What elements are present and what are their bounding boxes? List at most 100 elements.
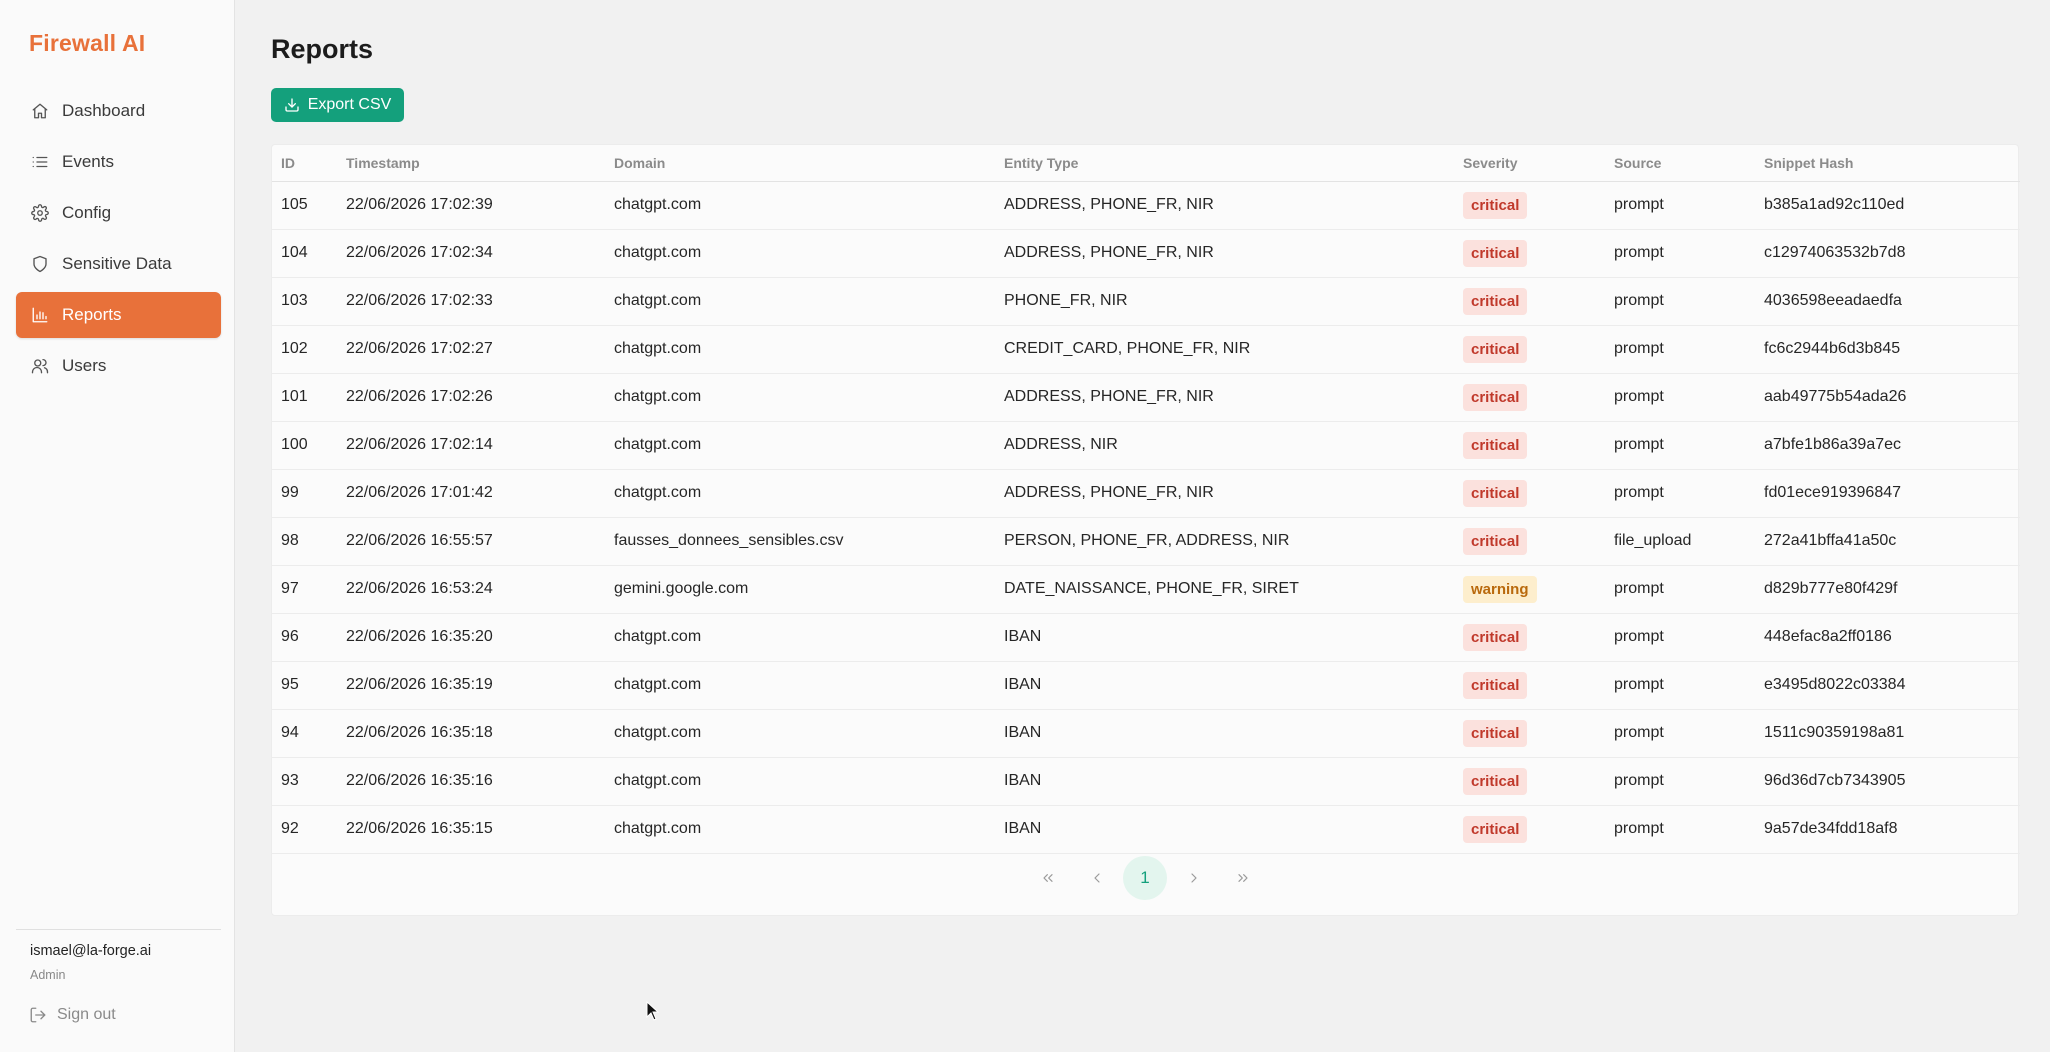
cell-domain: chatgpt.com (605, 229, 995, 278)
cell-timestamp: 22/06/2026 17:02:26 (337, 373, 605, 422)
cell-severity: critical (1454, 469, 1605, 518)
sidebar-item-label: Dashboard (62, 101, 146, 120)
previous-page-button[interactable] (1072, 858, 1121, 898)
cell-id: 95 (272, 661, 337, 710)
cell-id: 93 (272, 757, 337, 806)
cell-timestamp: 22/06/2026 16:55:57 (337, 517, 605, 566)
column-header-id[interactable]: ID (272, 145, 337, 182)
table-row[interactable]: 97 22/06/2026 16:53:24 gemini.google.com DA… (272, 565, 2020, 614)
table-row[interactable]: 93 22/06/2026 16:35:16 chatgpt.com IBAN crit… (272, 757, 2020, 806)
table-header-row: ID Timestamp Domain Entity Type Severity… (272, 145, 2020, 182)
cell-snippet-hash: b385a1ad92c110ed (1755, 181, 2020, 230)
sidebar-item-config[interactable]: Config (16, 190, 221, 236)
table-row[interactable]: 100 22/06/2026 17:02:14 chatgpt.com ADDRESS… (272, 421, 2020, 470)
user-role: Admin (30, 968, 66, 982)
severity-badge: critical (1463, 815, 1528, 843)
cell-id: 96 (272, 613, 337, 662)
cell-snippet-hash: 9a57de34fdd18af8 (1755, 805, 2020, 854)
cell-timestamp: 22/06/2026 16:35:15 (337, 805, 605, 854)
cell-snippet-hash: 448efac8a2ff0186 (1755, 613, 2020, 662)
cell-entity-type: IBAN (995, 709, 1454, 758)
cell-snippet-hash: 1511c90359198a81 (1755, 709, 2020, 758)
column-header-domain[interactable]: Domain (605, 145, 995, 182)
app-brand[interactable]: Firewall AI (29, 30, 145, 57)
column-header-timestamp[interactable]: Timestamp (337, 145, 605, 182)
severity-badge: critical (1463, 671, 1528, 699)
gear-icon (30, 203, 50, 223)
table-row[interactable]: 92 22/06/2026 16:35:15 chatgpt.com IBAN crit… (272, 805, 2020, 854)
sidebar-item-label: Events (62, 152, 114, 171)
cell-domain: gemini.google.com (605, 565, 995, 614)
cell-source: prompt (1605, 805, 1755, 854)
export-csv-button[interactable]: Export CSV (271, 88, 404, 122)
cell-id: 102 (272, 325, 337, 374)
last-page-button[interactable] (1218, 858, 1267, 898)
sign-out-label: Sign out (57, 1006, 116, 1023)
cell-source: prompt (1605, 181, 1755, 230)
sidebar-item-label: Reports (62, 305, 122, 324)
severity-badge: critical (1463, 239, 1528, 267)
shield-icon (30, 254, 50, 274)
cell-severity: critical (1454, 661, 1605, 710)
next-page-button[interactable] (1169, 858, 1218, 898)
sidebar-item-events[interactable]: Events (16, 139, 221, 185)
cell-timestamp: 22/06/2026 16:35:16 (337, 757, 605, 806)
cell-severity: critical (1454, 709, 1605, 758)
table-row[interactable]: 98 22/06/2026 16:55:57 fausses_donnees_sen… (272, 517, 2020, 566)
cell-id: 97 (272, 565, 337, 614)
sidebar-item-dashboard[interactable]: Dashboard (16, 88, 221, 134)
column-header-severity[interactable]: Severity (1454, 145, 1605, 182)
cell-severity: critical (1454, 613, 1605, 662)
table-row[interactable]: 104 22/06/2026 17:02:34 chatgpt.com ADDRESS… (272, 229, 2020, 278)
cell-domain: chatgpt.com (605, 181, 995, 230)
column-header-entity-type[interactable]: Entity Type (995, 145, 1454, 182)
table-row[interactable]: 96 22/06/2026 16:35:20 chatgpt.com IBAN crit… (272, 613, 2020, 662)
table-row[interactable]: 94 22/06/2026 16:35:18 chatgpt.com IBAN crit… (272, 709, 2020, 758)
cell-id: 100 (272, 421, 337, 470)
cell-snippet-hash: aab49775b54ada26 (1755, 373, 2020, 422)
list-icon (30, 152, 50, 172)
page-button-current[interactable]: 1 (1123, 856, 1167, 900)
column-header-source[interactable]: Source (1605, 145, 1755, 182)
severity-badge: critical (1463, 335, 1528, 363)
cell-domain: chatgpt.com (605, 805, 995, 854)
sidebar-item-reports[interactable]: Reports (16, 292, 221, 338)
cell-domain: chatgpt.com (605, 709, 995, 758)
sidebar-item-label: Config (62, 203, 112, 222)
cell-timestamp: 22/06/2026 16:53:24 (337, 565, 605, 614)
cell-entity-type: ADDRESS, NIR (995, 421, 1454, 470)
table-row[interactable]: 95 22/06/2026 16:35:19 chatgpt.com IBAN crit… (272, 661, 2020, 710)
cell-entity-type: IBAN (995, 757, 1454, 806)
sign-out-button[interactable]: Sign out (29, 1006, 116, 1024)
mouse-cursor-icon (646, 1001, 660, 1021)
cell-severity: warning (1454, 565, 1605, 614)
column-header-snippet-hash[interactable]: Snippet Hash (1755, 145, 2020, 182)
table-row[interactable]: 103 22/06/2026 17:02:33 chatgpt.com PHONE_F… (272, 277, 2020, 326)
cell-snippet-hash: 96d36d7cb7343905 (1755, 757, 2020, 806)
cell-timestamp: 22/06/2026 17:02:34 (337, 229, 605, 278)
sidebar-item-sensitive-data[interactable]: Sensitive Data (16, 241, 221, 287)
table-row[interactable]: 102 22/06/2026 17:02:27 chatgpt.com CREDIT_… (272, 325, 2020, 374)
cell-snippet-hash: d829b777e80f429f (1755, 565, 2020, 614)
severity-badge: critical (1463, 623, 1528, 651)
cell-source: file_upload (1605, 517, 1755, 566)
cell-snippet-hash: fc6c2944b6d3b845 (1755, 325, 2020, 374)
table-row[interactable]: 99 22/06/2026 17:01:42 chatgpt.com ADDRESS,… (272, 469, 2020, 518)
first-page-button[interactable] (1023, 858, 1072, 898)
cell-timestamp: 22/06/2026 17:02:27 (337, 325, 605, 374)
cell-source: prompt (1605, 613, 1755, 662)
home-icon (30, 101, 50, 121)
cell-severity: critical (1454, 277, 1605, 326)
cell-source: prompt (1605, 373, 1755, 422)
sidebar-item-users[interactable]: Users (16, 343, 221, 389)
severity-badge: warning (1463, 575, 1537, 603)
severity-badge: critical (1463, 383, 1528, 411)
table-row[interactable]: 105 22/06/2026 17:02:39 chatgpt.com ADDRESS… (272, 181, 2020, 230)
sidebar-nav: Dashboard Events Config Sensitive Data R… (16, 88, 221, 394)
cell-snippet-hash: 272a41bffa41a50c (1755, 517, 2020, 566)
cell-source: prompt (1605, 757, 1755, 806)
cell-domain: chatgpt.com (605, 277, 995, 326)
table-row[interactable]: 101 22/06/2026 17:02:26 chatgpt.com ADDRESS… (272, 373, 2020, 422)
sidebar-item-label: Users (62, 356, 107, 375)
cell-severity: critical (1454, 517, 1605, 566)
